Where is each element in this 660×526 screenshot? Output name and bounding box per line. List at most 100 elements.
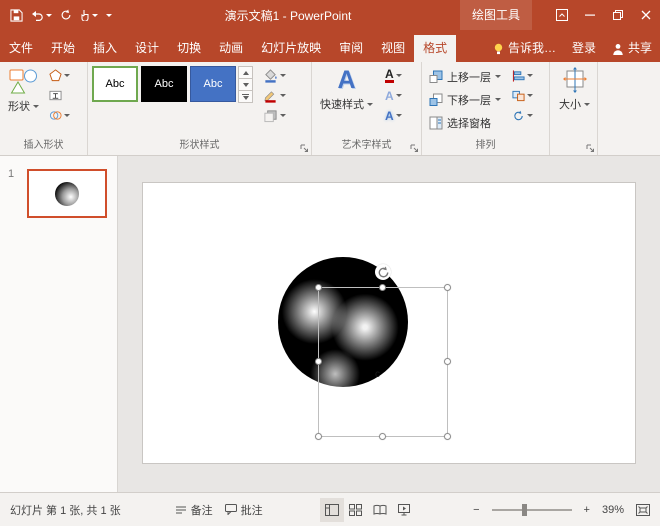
save-icon <box>10 9 23 22</box>
close-icon <box>641 10 651 20</box>
gallery-scroll-buttons <box>238 66 253 138</box>
zoom-slider-thumb[interactable] <box>522 504 527 516</box>
edit-shape-button[interactable] <box>47 68 72 83</box>
resize-handle-middle-right[interactable] <box>444 358 451 365</box>
shape-fill-button[interactable] <box>261 68 288 83</box>
text-box-button[interactable] <box>47 88 72 103</box>
resize-handle-top-middle[interactable] <box>379 284 386 291</box>
gallery-down-icon <box>243 83 249 87</box>
align-objects-button[interactable] <box>510 68 535 83</box>
zoom-slider[interactable] <box>492 509 572 511</box>
send-backward-caret <box>495 98 501 101</box>
undo-button[interactable] <box>27 2 56 28</box>
group-objects-button[interactable] <box>510 88 535 103</box>
zoom-in-button[interactable]: + <box>578 504 596 516</box>
text-effects-caret <box>396 114 402 117</box>
comments-icon <box>225 504 237 515</box>
text-fill-button[interactable]: A <box>383 68 404 83</box>
tab-animations[interactable]: 动画 <box>210 35 252 62</box>
wordart-dialog-launcher[interactable] <box>410 144 419 153</box>
touch-mode-button[interactable] <box>76 2 102 28</box>
resize-handle-bottom-middle[interactable] <box>379 433 386 440</box>
bring-forward-caret <box>495 75 501 78</box>
quick-styles-button[interactable]: A 快速样式 <box>316 66 377 138</box>
tab-review[interactable]: 审阅 <box>330 35 372 62</box>
share-label: 共享 <box>628 35 652 62</box>
group-shape-styles: Abc Abc Abc <box>88 62 312 155</box>
rotate-objects-button[interactable] <box>510 108 535 123</box>
size-button-label: 大小 <box>559 96 581 112</box>
quick-styles-label: 快速样式 <box>320 96 364 112</box>
tab-file[interactable]: 文件 <box>0 35 42 62</box>
tab-format[interactable]: 格式 <box>414 35 456 62</box>
shape-outline-button[interactable] <box>261 88 288 103</box>
shape-effects-button[interactable] <box>261 108 288 123</box>
sign-in-button[interactable]: 登录 <box>564 35 604 62</box>
tell-me-box[interactable]: 告诉我… <box>485 35 564 62</box>
redo-button[interactable] <box>56 2 76 28</box>
size-dialog-launcher[interactable] <box>586 144 595 153</box>
zoom-out-button[interactable]: − <box>467 504 485 516</box>
resize-handle-top-right[interactable] <box>444 284 451 291</box>
notes-button[interactable]: 备注 <box>169 502 219 518</box>
shape-style-tile-1[interactable]: Abc <box>92 66 138 102</box>
slide-indicator: 幻灯片 第 1 张, 共 1 张 <box>4 502 127 518</box>
slide-sorter-view-button[interactable] <box>344 498 368 522</box>
customize-qat-button[interactable] <box>102 2 116 28</box>
resize-handle-top-left[interactable] <box>315 284 322 291</box>
shapes-button-label: 形状 <box>8 98 30 114</box>
tab-slideshow[interactable]: 幻灯片放映 <box>252 35 330 62</box>
resize-handle-bottom-right[interactable] <box>444 433 451 440</box>
context-tools-label: 绘图工具 <box>460 0 532 30</box>
size-button[interactable]: 大小 <box>555 66 594 138</box>
resize-handle-middle-left[interactable] <box>315 358 322 365</box>
ribbon-display-options-button[interactable] <box>548 0 576 30</box>
shapes-gallery-button[interactable]: 形状 <box>4 66 43 138</box>
minimize-icon <box>585 10 595 20</box>
gallery-more-button[interactable] <box>238 90 253 103</box>
resize-handle-bottom-left[interactable] <box>315 433 322 440</box>
comments-button[interactable]: 批注 <box>219 502 269 518</box>
tab-transitions[interactable]: 切换 <box>168 35 210 62</box>
tab-insert[interactable]: 插入 <box>84 35 126 62</box>
close-button[interactable] <box>632 0 660 30</box>
reading-view-icon <box>373 504 387 516</box>
text-fill-caret <box>396 74 402 77</box>
rotate-handle[interactable] <box>375 264 391 280</box>
merge-shapes-button[interactable] <box>47 108 72 123</box>
quick-styles-caret <box>367 103 373 106</box>
redo-icon <box>60 9 72 21</box>
selection-pane-button[interactable]: 选择窗格 <box>426 112 504 133</box>
shape-style-tile-3[interactable]: Abc <box>190 66 236 102</box>
slideshow-view-button[interactable] <box>392 498 416 522</box>
save-button[interactable] <box>6 2 27 28</box>
tab-home[interactable]: 开始 <box>42 35 84 62</box>
shape-style-tile-2[interactable]: Abc <box>141 66 187 102</box>
text-outline-button[interactable]: A <box>383 88 404 103</box>
tab-view[interactable]: 视图 <box>372 35 414 62</box>
rotate-objects-icon <box>512 110 525 122</box>
notes-icon <box>175 505 187 515</box>
share-button[interactable]: 共享 <box>604 35 660 62</box>
window-title: 演示文稿1 - PowerPoint <box>225 7 352 24</box>
ribbon-tabs: 文件 开始 插入 设计 切换 动画 幻灯片放映 审阅 视图 格式 告诉我… 登录… <box>0 30 660 62</box>
text-effects-button[interactable]: A <box>383 108 404 123</box>
rotate-objects-caret <box>527 114 533 117</box>
normal-view-button[interactable] <box>320 498 344 522</box>
zoom-level[interactable]: 39% <box>596 504 630 516</box>
bring-forward-button[interactable]: 上移一层 <box>426 66 504 87</box>
notes-label: 备注 <box>191 502 213 518</box>
tab-design[interactable]: 设计 <box>126 35 168 62</box>
restore-button[interactable] <box>604 0 632 30</box>
minimize-button[interactable] <box>576 0 604 30</box>
fit-to-window-button[interactable] <box>630 504 656 516</box>
slide-canvas[interactable]: c <box>143 183 635 463</box>
text-fill-icon: A <box>385 68 394 83</box>
slide-1-thumbnail[interactable] <box>27 169 107 218</box>
size-caret <box>584 103 590 106</box>
shape-styles-dialog-launcher[interactable] <box>300 144 309 153</box>
slide-number-label: 1 <box>8 168 14 180</box>
reading-view-button[interactable] <box>368 498 392 522</box>
send-backward-button[interactable]: 下移一层 <box>426 89 504 110</box>
wordart-a-icon: A <box>337 67 355 93</box>
